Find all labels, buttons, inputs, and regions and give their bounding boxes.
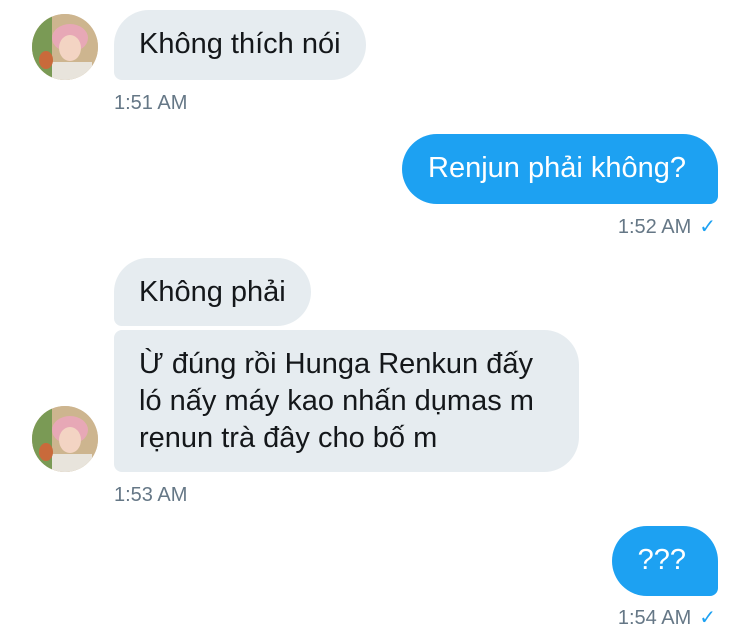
message-bubble-incoming[interactable]: Không thích nói (114, 10, 366, 80)
message-line: rẹnun trà đây cho bố m (139, 422, 438, 454)
checkmark-icon: ✓ (699, 607, 716, 629)
message-timestamp-row: 1:52 AM ✓ (618, 215, 716, 239)
message-bubble-outgoing[interactable]: ??? (611, 526, 718, 596)
message-timestamp-row: 1:54 AM ✓ (618, 606, 716, 630)
message-text: Không thích nói (139, 28, 341, 60)
message-line: Ừ đúng rồi Hunga Renkun đấy (139, 348, 533, 380)
avatar-photo (32, 406, 98, 472)
message-bubble-incoming[interactable]: Không phải (114, 258, 311, 326)
message-timestamp: 1:52 AM (617, 216, 692, 238)
message-text: Không phải (139, 276, 286, 308)
avatar[interactable] (32, 14, 98, 80)
avatar-photo (32, 14, 98, 80)
message-bubble-incoming[interactable]: Ừ đúng rồi Hunga Renkun đấy ló nấy máy k… (114, 330, 579, 472)
checkmark-icon: ✓ (699, 216, 716, 238)
message-line: ló nấy máy kao nhấn dụmas m (139, 385, 534, 417)
message-text: Renjun phải không? (428, 152, 686, 184)
message-timestamp: 1:54 AM (617, 607, 692, 629)
message-text: ??? (637, 544, 686, 576)
message-timestamp: 1:51 AM (114, 92, 188, 114)
message-timestamp: 1:53 AM (114, 484, 188, 506)
message-bubble-outgoing[interactable]: Renjun phải không? (402, 134, 718, 204)
avatar[interactable] (32, 406, 98, 472)
